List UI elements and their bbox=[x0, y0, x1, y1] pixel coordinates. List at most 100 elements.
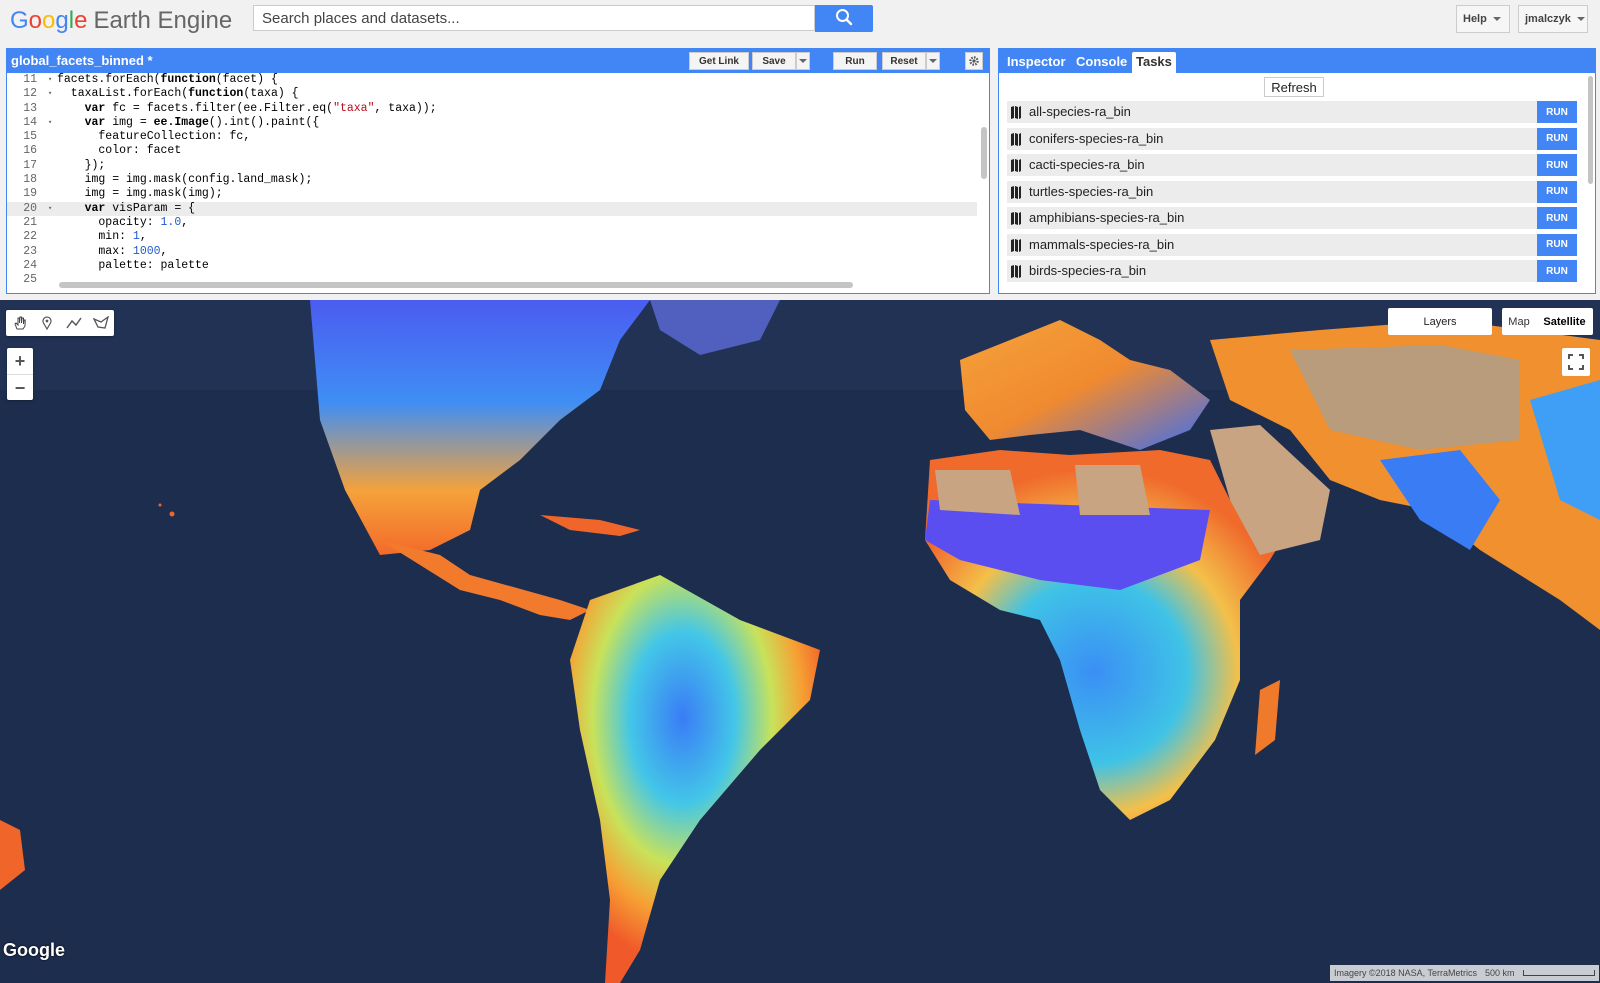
code-line: 11 ▾ facets.forEach(function(facet) { bbox=[7, 73, 977, 87]
line-number: 23 bbox=[23, 244, 37, 258]
tab-tasks[interactable]: Tasks bbox=[1132, 52, 1176, 73]
tab-inspector[interactable]: Inspector bbox=[1003, 52, 1070, 73]
map-type-satellite-button[interactable]: Satellite bbox=[1536, 308, 1593, 335]
reset-dropdown[interactable] bbox=[926, 52, 940, 70]
line-number: 11 bbox=[23, 73, 37, 86]
draw-line-tool[interactable] bbox=[60, 310, 87, 336]
help-button[interactable]: Help bbox=[1456, 5, 1510, 33]
code-text: opacity: 1.0, bbox=[57, 216, 188, 229]
line-number: 21 bbox=[23, 215, 37, 229]
polygon-icon bbox=[92, 316, 109, 329]
fold-arrow-icon[interactable]: ▾ bbox=[48, 116, 52, 130]
code-horizontal-scrollbar[interactable] bbox=[59, 282, 853, 288]
plus-icon: + bbox=[14, 350, 26, 371]
code-token: , taxa)); bbox=[374, 101, 437, 115]
search-button[interactable] bbox=[815, 5, 873, 32]
code-token: var bbox=[84, 101, 106, 115]
task-row: mammals-species-ra_bin RUN bbox=[1007, 233, 1577, 256]
logo-product-text: Earth Engine bbox=[93, 7, 233, 34]
fullscreen-button[interactable] bbox=[1562, 348, 1590, 376]
task-row: turtles-species-ra_bin RUN bbox=[1007, 180, 1577, 203]
task-name: conifers-species-ra_bin bbox=[1029, 130, 1164, 146]
task-name: all-species-ra_bin bbox=[1029, 104, 1131, 119]
code-text: var visParam = { bbox=[57, 202, 195, 215]
task-name: amphibians-species-ra_bin bbox=[1029, 210, 1185, 225]
code-token: min: bbox=[57, 230, 133, 244]
run-task-button[interactable]: RUN bbox=[1537, 154, 1577, 176]
code-line: 12 ▾ taxaList.forEach(function(taxa) { bbox=[7, 87, 977, 101]
code-token: max: bbox=[57, 244, 133, 258]
layers-button[interactable]: Layers bbox=[1388, 308, 1492, 335]
map-type-map-button[interactable]: Map bbox=[1502, 308, 1536, 335]
imagery-attribution: Imagery ©2018 NASA, TerraMetrics bbox=[1334, 968, 1478, 978]
zoom-out-button[interactable]: − bbox=[7, 374, 33, 401]
code-line: 19 img = img.mask(img); bbox=[7, 187, 977, 201]
pan-tool[interactable] bbox=[6, 310, 33, 336]
code-editor-toolbar: global_facets_binned * Get Link Save Run… bbox=[7, 49, 989, 73]
get-link-button[interactable]: Get Link bbox=[689, 52, 749, 70]
run-task-button[interactable]: RUN bbox=[1537, 127, 1577, 150]
settings-button[interactable] bbox=[965, 52, 983, 70]
task-name: turtles-species-ra_bin bbox=[1029, 183, 1154, 199]
fold-arrow-icon[interactable]: ▾ bbox=[48, 87, 52, 101]
run-task-button[interactable]: RUN bbox=[1537, 180, 1577, 203]
drawing-tools bbox=[6, 310, 114, 336]
chevron-down-icon bbox=[929, 59, 937, 63]
map-book-icon bbox=[1011, 106, 1021, 119]
line-number: 12 bbox=[23, 87, 37, 101]
search-input[interactable] bbox=[253, 5, 815, 31]
run-button[interactable]: Run bbox=[833, 52, 877, 70]
line-number: 22 bbox=[23, 230, 37, 244]
scale-label: 500 km bbox=[1485, 968, 1515, 978]
save-button[interactable]: Save bbox=[752, 52, 796, 70]
right-panel-tabs: Inspector Console Tasks bbox=[999, 49, 1595, 73]
line-number: 20 bbox=[23, 201, 37, 215]
code-line: 15 featureCollection: fc, bbox=[7, 130, 977, 144]
save-dropdown[interactable] bbox=[796, 52, 810, 70]
gear-icon bbox=[969, 56, 979, 66]
code-line: 14 ▾ var img = ee.Image().int().paint({ bbox=[7, 116, 977, 130]
code-token: var bbox=[84, 201, 106, 215]
fold-arrow-icon[interactable]: ▾ bbox=[48, 202, 52, 216]
code-text: img = img.mask(config.land_mask); bbox=[57, 173, 313, 187]
run-task-button[interactable]: RUN bbox=[1537, 233, 1577, 256]
code-text: featureCollection: fc, bbox=[57, 130, 250, 143]
code-vertical-scrollbar[interactable] bbox=[981, 127, 987, 179]
code-token: function bbox=[160, 73, 216, 86]
code-line: 20 ▾ var visParam = { bbox=[7, 201, 977, 216]
map-book-icon bbox=[1011, 212, 1021, 225]
code-line: 24 palette: palette bbox=[7, 259, 977, 273]
tasks-panel: Inspector Console Tasks Refresh all-spec… bbox=[998, 48, 1596, 294]
run-task-button[interactable]: RUN bbox=[1537, 101, 1577, 123]
code-editor[interactable]: 11 ▾ facets.forEach(function(facet) {12 ▾ t… bbox=[7, 73, 977, 285]
code-text: var fc = facets.filter(ee.Filter.eq("tax… bbox=[57, 102, 437, 115]
code-token: var bbox=[84, 115, 106, 129]
map-view[interactable]: + − Layers Map Satellite Google Imagery … bbox=[0, 300, 1600, 983]
tab-console[interactable]: Console bbox=[1072, 52, 1131, 73]
code-token: facets.forEach( bbox=[57, 73, 161, 86]
map-book-icon bbox=[1011, 185, 1021, 199]
task-name: birds-species-ra_bin bbox=[1029, 263, 1147, 278]
task-row: all-species-ra_bin RUN bbox=[1007, 101, 1577, 123]
draw-shape-tool[interactable] bbox=[87, 310, 114, 336]
tasks-scrollbar[interactable] bbox=[1588, 76, 1593, 184]
refresh-button[interactable]: Refresh bbox=[1264, 77, 1324, 97]
hand-icon bbox=[13, 316, 26, 330]
earth-engine-logo[interactable]: Google Earth Engine bbox=[10, 6, 232, 36]
map-type-toggle: Map Satellite bbox=[1502, 308, 1593, 335]
add-marker-tool[interactable] bbox=[33, 310, 60, 336]
line-number: 19 bbox=[23, 187, 37, 201]
minus-icon: − bbox=[14, 377, 26, 398]
code-token: img = img.mask(img); bbox=[57, 187, 223, 201]
zoom-in-button[interactable]: + bbox=[7, 348, 33, 374]
reset-button[interactable]: Reset bbox=[882, 52, 926, 70]
help-label: Help bbox=[1463, 13, 1487, 25]
run-task-button[interactable]: RUN bbox=[1537, 207, 1577, 229]
fold-arrow-icon[interactable]: ▾ bbox=[48, 73, 52, 87]
user-account-button[interactable]: jmalczyk bbox=[1518, 5, 1588, 33]
code-token: img = img.mask(config.land_mask); bbox=[57, 173, 313, 187]
run-task-button[interactable]: RUN bbox=[1537, 260, 1577, 282]
code-line: 22 min: 1, bbox=[7, 230, 977, 244]
